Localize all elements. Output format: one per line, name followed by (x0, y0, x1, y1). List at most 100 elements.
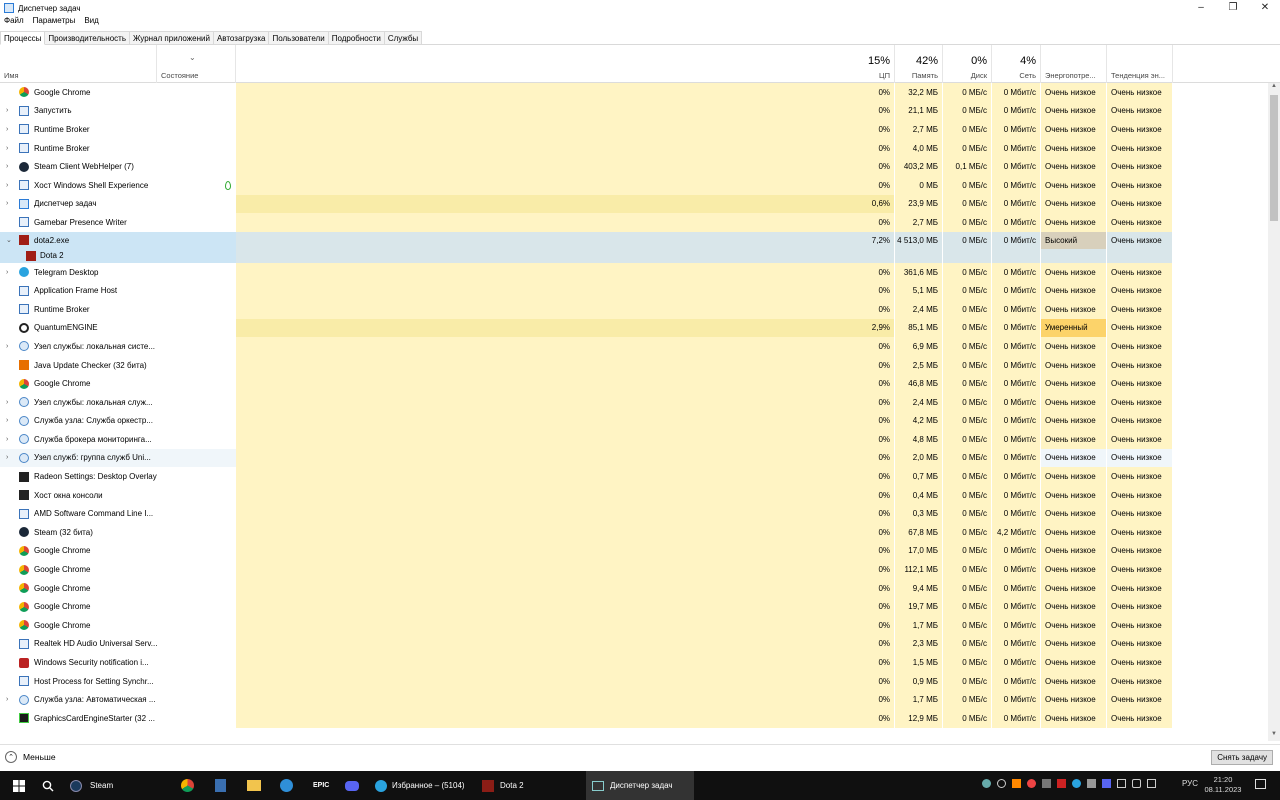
telegram-tray-icon[interactable] (1072, 779, 1081, 788)
table-row[interactable]: Application Frame Host 0% 5,1 МБ 0 МБ/с 0 Мб… (0, 281, 1268, 300)
close-button[interactable]: ✕ (1250, 0, 1280, 14)
table-row[interactable]: Windows Security notification i... 0% 1,5 … (0, 653, 1268, 672)
col-disk[interactable]: 0% Диск (943, 45, 992, 83)
network-tray-icon[interactable] (1117, 779, 1126, 788)
table-row[interactable]: › Служба брокера мониторинга... 0% 4,8 МБ 0 … (0, 430, 1268, 449)
table-row[interactable]: › Steam Client WebHelper (7) 0% 403,2 МБ 0,1… (0, 157, 1268, 176)
col-power[interactable]: Энергопотре... (1041, 45, 1107, 83)
search-icon[interactable] (40, 771, 56, 800)
vertical-scrollbar[interactable]: ▲ ▼ (1268, 83, 1280, 741)
scroll-up-icon[interactable]: ▲ (1268, 83, 1280, 93)
table-row[interactable]: Google Chrome 0% 32,2 МБ 0 МБ/с 0 Мбит/с Очен… (0, 83, 1268, 102)
table-row[interactable]: › Запустить 0% 21,1 МБ 0 МБ/с 0 Мбит/с Очень н… (0, 101, 1268, 121)
table-row[interactable]: Java Update Checker (32 бита) 0% 2,5 МБ 0 М… (0, 355, 1268, 375)
taskbar-steam[interactable]: Steam (70, 771, 166, 800)
taskbar-calculator[interactable] (215, 771, 229, 800)
taskbar-dota[interactable]: Dota 2 (482, 771, 582, 800)
chevron-right-icon[interactable]: › (6, 182, 8, 189)
table-row[interactable]: Radeon Settings: Desktop Overlay 0% 0,7 МБ… (0, 467, 1268, 486)
chevron-right-icon[interactable]: › (6, 417, 8, 424)
end-task-button[interactable]: Снять задачу (1211, 750, 1273, 765)
tab-details[interactable]: Подробности (327, 31, 385, 44)
col-name[interactable]: Имя (0, 45, 157, 83)
table-row[interactable]: Google Chrome 0% 1,7 МБ 0 МБ/с 0 Мбит/с Очень… (0, 616, 1268, 635)
display-tray-icon[interactable] (1147, 779, 1156, 788)
table-row[interactable]: › Служба узла: Автоматическая ... 0% 1,7 МБ… (0, 690, 1268, 709)
chevron-right-icon[interactable]: › (6, 454, 8, 461)
tab-processes[interactable]: Процессы (0, 31, 46, 45)
table-row[interactable]: Dota 2 (0, 248, 1268, 263)
clock[interactable]: 21:20 08.11.2023 (1203, 775, 1243, 795)
notification-icon[interactable] (1255, 779, 1266, 789)
table-row[interactable]: › Telegram Desktop 0% 361,6 МБ 0 МБ/с 0 Мбит/… (0, 262, 1268, 282)
col-status[interactable]: Состояние (157, 45, 236, 83)
taskbar-browser[interactable] (280, 771, 294, 800)
tab-users[interactable]: Пользователи (268, 31, 329, 44)
table-row[interactable]: QuantumENGINE 2,9% 85,1 МБ 0 МБ/с 0 Мбит/с Ум… (0, 318, 1268, 338)
table-row[interactable]: › Узел службы: локальная служ... 0% 2,4 МБ 0… (0, 392, 1268, 412)
table-row[interactable]: Google Chrome 0% 46,8 МБ 0 МБ/с 0 Мбит/с Очен… (0, 374, 1268, 393)
taskbar-taskmgr[interactable]: Диспетчер задач (586, 771, 694, 800)
quantum-tray-icon[interactable] (997, 779, 1006, 788)
table-row[interactable]: › Диспетчер задач 0,6% 23,9 МБ 0 МБ/с 0 Мбит/… (0, 194, 1268, 214)
tab-services[interactable]: Службы (383, 31, 423, 44)
table-row[interactable]: › Runtime Broker 0% 2,7 МБ 0 МБ/с 0 Мбит/с Оче… (0, 120, 1268, 139)
tab-performance[interactable]: Производительность (44, 31, 130, 44)
col-cpu[interactable]: 15% ЦП (236, 45, 895, 83)
maximize-button[interactable]: ❐ (1218, 0, 1248, 14)
chevron-right-icon[interactable]: › (6, 200, 8, 207)
taskbar-chrome[interactable] (181, 771, 197, 800)
table-row[interactable]: › Служба узла: Служба оркестр... 0% 4,2 МБ 0… (0, 411, 1268, 431)
col-network[interactable]: 4% Сеть (992, 45, 1041, 83)
menu-options[interactable]: Параметры (33, 16, 76, 28)
table-row[interactable]: Host Process for Setting Synchr... 0% 0,9 … (0, 671, 1268, 691)
scroll-thumb[interactable] (1270, 95, 1278, 221)
steam-tray-icon[interactable] (982, 779, 991, 788)
table-row[interactable]: › Runtime Broker 0% 4,0 МБ 0 МБ/с 0 Мбит/с Оче… (0, 138, 1268, 158)
chevron-right-icon[interactable]: › (6, 269, 8, 276)
tab-app-history[interactable]: Журнал приложений (129, 31, 214, 44)
menu-view[interactable]: Вид (84, 16, 98, 28)
table-row[interactable]: AMD Software Command Line I... 0% 0,3 МБ 0 … (0, 504, 1268, 524)
table-row[interactable]: › Хост Windows Shell Experience 0% 0 МБ 0 МБ… (0, 175, 1268, 195)
taskbar-telegram[interactable]: Избранное – (5104) (375, 771, 475, 800)
language-indicator[interactable]: РУС (1182, 779, 1198, 788)
table-row[interactable]: ⌄ dota2.exe 7,2% 4 513,0 МБ 0 МБ/с 0 Мбит/с Вы… (0, 231, 1268, 249)
scroll-down-icon[interactable]: ▼ (1268, 731, 1280, 741)
menu-file[interactable]: Файл (4, 16, 24, 28)
start-button[interactable] (8, 771, 30, 800)
table-row[interactable]: › Узел служб: группа служб Uni... 0% 2,0 МБ… (0, 448, 1268, 468)
app-tray-icon[interactable] (1012, 779, 1021, 788)
chrome-tray-icon[interactable] (1027, 779, 1036, 788)
chevron-right-icon[interactable]: › (6, 163, 8, 170)
chevron-right-icon[interactable]: › (6, 436, 8, 443)
chevron-right-icon[interactable]: › (6, 399, 8, 406)
fewer-details-button[interactable]: ⌃ Меньше (5, 751, 56, 763)
table-row[interactable]: Google Chrome 0% 112,1 МБ 0 МБ/с 0 Мбит/с Оче… (0, 560, 1268, 579)
volume-icon[interactable] (1132, 779, 1141, 788)
table-row[interactable]: Google Chrome 0% 9,4 МБ 0 МБ/с 0 Мбит/с Очень… (0, 578, 1268, 598)
chevron-down-icon[interactable]: ⌄ (6, 236, 12, 244)
discord-tray-icon[interactable] (1102, 779, 1111, 788)
col-power-trend[interactable]: Тенденция эн... (1107, 45, 1173, 83)
table-row[interactable]: Хост окна консоли 0% 0,4 МБ 0 МБ/с 0 Мбит/с О… (0, 485, 1268, 505)
chevron-right-icon[interactable]: › (6, 145, 8, 152)
table-row[interactable]: GraphicsCardEngineStarter (32 ... 0% 12,9 … (0, 709, 1268, 728)
chevron-right-icon[interactable]: › (6, 126, 8, 133)
usb-tray-icon[interactable] (1042, 779, 1051, 788)
tab-startup[interactable]: Автозагрузка (212, 31, 270, 44)
chevron-right-icon[interactable]: › (6, 107, 8, 114)
chevron-right-icon[interactable]: › (6, 343, 8, 350)
table-row[interactable]: Google Chrome 0% 19,7 МБ 0 МБ/с 0 Мбит/с Очен… (0, 597, 1268, 617)
table-row[interactable]: Google Chrome 0% 17,0 МБ 0 МБ/с 0 Мбит/с Очен… (0, 541, 1268, 561)
minimize-button[interactable]: – (1186, 0, 1216, 14)
taskbar-epic[interactable]: EPIC (313, 771, 329, 800)
chevron-right-icon[interactable]: › (6, 696, 8, 703)
table-row[interactable]: › Узел службы: локальная систе... 0% 6,9 МБ… (0, 337, 1268, 356)
security-tray-icon[interactable] (1087, 779, 1096, 788)
table-row[interactable]: Steam (32 бита) 0% 67,8 МБ 0 МБ/с 4,2 Мбит/с… (0, 523, 1268, 542)
table-row[interactable]: Gamebar Presence Writer 0% 2,7 МБ 0 МБ/с 0 М… (0, 213, 1268, 232)
table-row[interactable]: Runtime Broker 0% 2,4 МБ 0 МБ/с 0 Мбит/с Очен… (0, 299, 1268, 319)
taskbar-explorer[interactable] (247, 771, 261, 800)
col-memory[interactable]: 42% Память (895, 45, 943, 83)
